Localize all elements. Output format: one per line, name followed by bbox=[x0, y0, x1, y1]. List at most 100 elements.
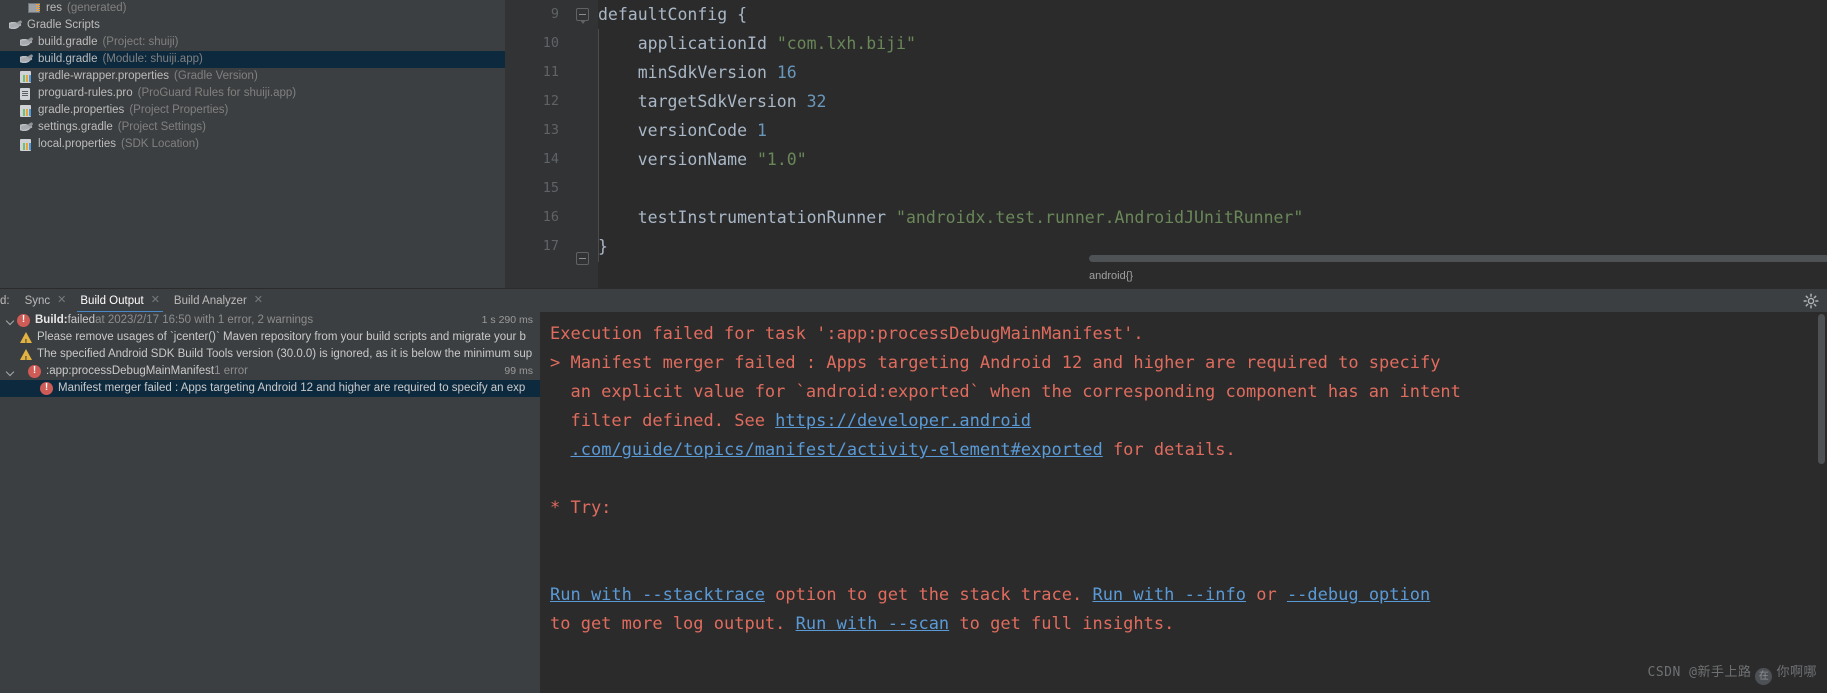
console-text: an explicit value for `android:exported`… bbox=[550, 382, 1461, 402]
tab-build-output[interactable]: Build Output ✕ bbox=[73, 289, 167, 313]
icon-glyph bbox=[20, 88, 30, 100]
close-icon[interactable]: ✕ bbox=[57, 295, 66, 306]
code-line[interactable]: versionName "1.0" bbox=[598, 145, 1827, 174]
project-tree-item-name: local.properties bbox=[38, 138, 116, 150]
chevron-down-icon[interactable] bbox=[4, 365, 17, 378]
code-token: "com.lxh.biji" bbox=[776, 34, 916, 53]
console-text: > Manifest merger failed : Apps targetin… bbox=[550, 353, 1441, 373]
code-line[interactable]: minSdkVersion 16 bbox=[598, 58, 1827, 87]
project-tool-window[interactable]: res (generated) Gradle Scripts build.gradle… bbox=[0, 0, 505, 288]
fold-marker-icon[interactable] bbox=[576, 252, 589, 265]
project-tree-row[interactable]: build.gradle (Project: shuiji) bbox=[0, 34, 505, 51]
project-tree-row[interactable]: res (generated) bbox=[0, 0, 505, 17]
properties-icon bbox=[20, 138, 34, 151]
code-line[interactable] bbox=[598, 174, 1827, 203]
folder-icon bbox=[28, 2, 42, 15]
console-text: Execution failed for task ':app:processD… bbox=[550, 324, 1144, 344]
console-text: * Try: bbox=[550, 498, 612, 518]
editor-code-area[interactable]: defaultConfig { applicationId "com.lxh.b… bbox=[598, 0, 1827, 288]
project-tree-row[interactable]: gradle.properties (Project Properties) bbox=[0, 102, 505, 119]
build-tree-row[interactable]: The specified Android SDK Build Tools ve… bbox=[0, 346, 540, 368]
console-line: Execution failed for task ':app:processD… bbox=[550, 320, 1827, 349]
code-token: minSdkVersion bbox=[598, 63, 777, 82]
build-tree-text: Please remove usages of `jcenter()` Mave… bbox=[37, 331, 526, 343]
watermark-badge: 在 bbox=[1755, 668, 1773, 685]
build-tree-row[interactable]: Please remove usages of `jcenter()` Mave… bbox=[0, 329, 540, 351]
code-token: } bbox=[598, 237, 608, 256]
build-tree-row[interactable]: :app:processDebugMainManifest 1 error 99 … bbox=[0, 363, 540, 380]
code-token: defaultConfig { bbox=[598, 5, 748, 24]
console-line: .com/guide/topics/manifest/activity-elem… bbox=[550, 436, 1827, 465]
project-tree-item-name: settings.gradle bbox=[38, 121, 113, 133]
console-link[interactable]: Run with --scan bbox=[796, 614, 950, 634]
console-line: filter defined. See https://developer.an… bbox=[550, 407, 1827, 436]
project-tree-item-name: gradle.properties bbox=[38, 104, 125, 116]
watermark-text: CSDN @新手上路 bbox=[1647, 665, 1752, 680]
fold-marker-icon[interactable] bbox=[576, 8, 589, 24]
project-tree-row[interactable]: proguard-rules.pro (ProGuard Rules for sh… bbox=[0, 85, 505, 102]
console-text: option to get the stack trace. bbox=[764, 585, 1093, 605]
editor-horizontal-scrollbar[interactable] bbox=[1089, 255, 1827, 262]
breadcrumb[interactable]: android{} bbox=[1089, 267, 1133, 285]
watermark: CSDN @新手上路 在 你啊哪 bbox=[1648, 658, 1817, 687]
build-output-tree[interactable]: Build: failed at 2023/2/17 16:50 with 1 … bbox=[0, 312, 540, 693]
code-token: versionName bbox=[598, 150, 757, 169]
tab-sync[interactable]: Sync ✕ bbox=[18, 289, 74, 313]
console-link[interactable]: Run with --stacktrace bbox=[550, 585, 765, 605]
error-icon bbox=[17, 313, 30, 327]
close-icon[interactable]: ✕ bbox=[254, 295, 263, 306]
console-scrollbar-track[interactable] bbox=[1816, 312, 1827, 693]
line-number: 12 bbox=[542, 93, 559, 109]
line-number: 11 bbox=[542, 64, 559, 80]
console-text: to get more log output. bbox=[550, 614, 796, 634]
code-line[interactable]: versionCode 1 bbox=[598, 116, 1827, 145]
code-line[interactable]: testInstrumentationRunner "androidx.test… bbox=[598, 203, 1827, 232]
console-scrollbar-thumb[interactable] bbox=[1818, 314, 1825, 464]
project-tree-row[interactable]: gradle-wrapper.properties (Gradle Version… bbox=[0, 68, 505, 85]
editor-fold-column[interactable] bbox=[570, 0, 598, 288]
tab-label: Sync bbox=[24, 294, 51, 307]
line-number: 14 bbox=[542, 151, 559, 167]
icon-glyph bbox=[28, 3, 40, 13]
console-line: * Try: bbox=[550, 494, 1827, 523]
properties-icon bbox=[20, 70, 34, 83]
code-token: "1.0" bbox=[756, 150, 807, 169]
console-link[interactable]: Run with --info bbox=[1092, 585, 1246, 605]
project-tree-row[interactable]: Gradle Scripts bbox=[0, 17, 505, 34]
build-tree-row[interactable]: Build: failed at 2023/2/17 16:50 with 1 … bbox=[0, 312, 540, 329]
line-number: 13 bbox=[542, 122, 559, 138]
editor-gutter: 9 10 11 12 13 14 15 16 17 bbox=[505, 0, 570, 288]
project-tree-item-name: build.gradle bbox=[38, 36, 98, 48]
code-line[interactable]: defaultConfig { bbox=[598, 0, 1827, 29]
gear-icon[interactable] bbox=[1803, 293, 1819, 309]
code-line[interactable]: applicationId "com.lxh.biji" bbox=[598, 29, 1827, 58]
code-editor[interactable]: 9 10 11 12 13 14 15 16 17 defaultConfig { applic… bbox=[505, 0, 1827, 288]
console-link[interactable]: https://developer.android bbox=[775, 411, 1031, 431]
console-link[interactable]: --debug option bbox=[1287, 585, 1430, 605]
build-tree-text: failed bbox=[67, 314, 96, 326]
code-token: testInstrumentationRunner bbox=[598, 208, 897, 227]
project-tree-row[interactable]: build.gradle (Module: shuiji.app) bbox=[0, 51, 505, 68]
code-line[interactable]: targetSdkVersion 32 bbox=[598, 87, 1827, 116]
close-icon[interactable]: ✕ bbox=[151, 295, 160, 306]
console-link[interactable]: .com/guide/topics/manifest/activity-elem… bbox=[570, 440, 1102, 460]
build-tree-text: :app:processDebugMainManifest bbox=[46, 365, 215, 377]
gradle-icon bbox=[9, 19, 23, 32]
proguard-icon bbox=[20, 87, 34, 100]
build-tree-row[interactable]: Manifest merger failed : Apps targeting … bbox=[0, 380, 540, 397]
line-number: 16 bbox=[542, 209, 559, 225]
project-tree-row[interactable]: settings.gradle (Project Settings) bbox=[0, 119, 505, 136]
tab-build-analyzer[interactable]: Build Analyzer ✕ bbox=[167, 289, 270, 313]
build-console[interactable]: Execution failed for task ':app:processD… bbox=[540, 312, 1827, 693]
console-text: to get full insights. bbox=[949, 614, 1175, 634]
project-tree-item-name: build.gradle bbox=[38, 53, 98, 65]
icon-glyph bbox=[20, 105, 31, 117]
chevron-down-icon[interactable] bbox=[4, 314, 17, 327]
build-tree-text: at 2023/2/17 16:50 with 1 error, 2 warni… bbox=[95, 314, 314, 326]
console-line: an explicit value for `android:exported`… bbox=[550, 378, 1827, 407]
console-line: to get more log output. Run with --scan … bbox=[550, 610, 1827, 639]
project-tree-row[interactable]: local.properties (SDK Location) bbox=[0, 136, 505, 153]
